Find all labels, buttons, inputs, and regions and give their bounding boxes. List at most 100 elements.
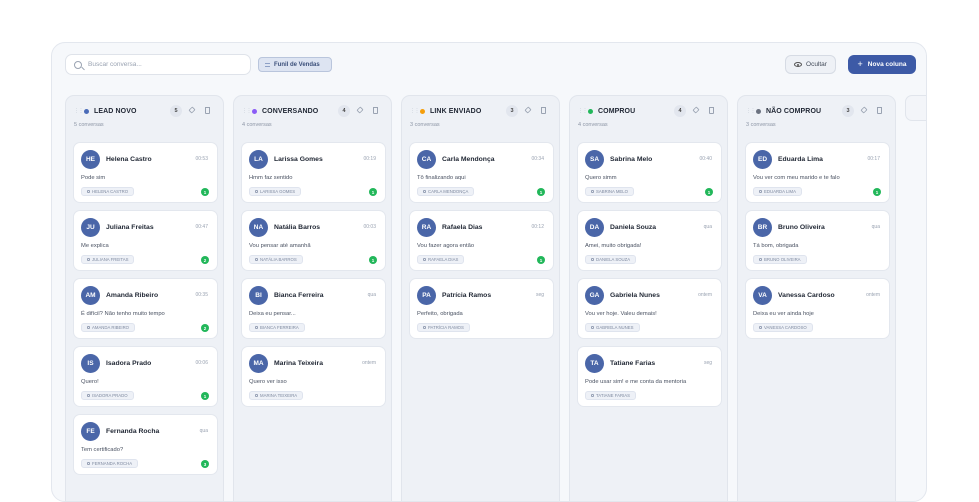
conversation-card[interactable]: PA Patrícia Ramos seg Perfeito, obrigada…: [409, 278, 554, 339]
column-header[interactable]: ⋮⋮ LINK ENVIADO 3: [410, 104, 551, 118]
drag-handle-icon[interactable]: ⋮⋮: [578, 108, 588, 114]
contact-tag[interactable]: FERNANDA ROCHA: [81, 459, 139, 468]
contact-tag[interactable]: EDUARDA LIMA: [753, 187, 802, 196]
contact-name: Tatiane Farias: [610, 360, 656, 367]
contact-tag[interactable]: CARLA MENDONÇA: [417, 187, 475, 196]
edit-icon[interactable]: [188, 106, 196, 114]
contact-name: Daniela Souza: [610, 224, 657, 231]
drag-handle-icon[interactable]: ⋮⋮: [746, 108, 756, 114]
contact-name: Patrícia Ramos: [442, 292, 492, 299]
search-input[interactable]: [88, 61, 238, 68]
message-time: seg: [703, 360, 712, 366]
tag-icon: [759, 190, 762, 193]
new-column-button[interactable]: + Nova coluna: [848, 55, 916, 74]
edit-icon[interactable]: [524, 106, 532, 114]
conversation-card[interactable]: LA Larissa Gomes 00:19 Hmm faz sentido L…: [241, 142, 386, 203]
column-header[interactable]: ⋮⋮ COMPROU 4: [578, 104, 719, 118]
conversation-card[interactable]: VA Vanessa Cardoso ontem Deixa eu ver ai…: [745, 278, 890, 339]
column-count-badge: 3: [506, 105, 518, 117]
contact-tag[interactable]: BIANCA FERREIRA: [249, 323, 305, 332]
contact-tag[interactable]: DANIELA SOUZA: [585, 255, 637, 264]
trash-icon[interactable]: [205, 107, 210, 114]
drag-handle-icon[interactable]: ⋮⋮: [410, 108, 420, 114]
avatar: RA: [417, 218, 436, 237]
avatar: VA: [753, 286, 772, 305]
unread-badge: 1: [537, 188, 545, 196]
contact-tag-label: NATÁLIA BARROS: [260, 257, 297, 262]
contact-tag[interactable]: RAFAELA DIAS: [417, 255, 465, 264]
funnel-icon: [265, 62, 270, 67]
column-title: CONVERSANDO: [262, 107, 319, 115]
contact-tag-label: AMANDA RIBEIRO: [92, 325, 130, 330]
contact-tag[interactable]: HELENA CASTRO: [81, 187, 135, 196]
contact-tag[interactable]: BRUNO OLIVEIRA: [753, 255, 807, 264]
edit-icon[interactable]: [692, 106, 700, 114]
contact-name: Helena Castro: [106, 156, 152, 163]
contact-tag[interactable]: LARISSA GOMES: [249, 187, 302, 196]
funnel-selector-button[interactable]: Funil de Vendas: [258, 57, 332, 72]
last-message: Me explica: [81, 243, 109, 249]
contact-tag[interactable]: NATÁLIA BARROS: [249, 255, 303, 264]
column-header[interactable]: ⋮⋮ NÃO COMPROU 3: [746, 104, 887, 118]
column: ⋮⋮ COMPROU 4 4 conversas SA Sabrina Melo…: [569, 95, 728, 501]
contact-tag-label: SABRINA MELO: [596, 189, 628, 194]
contact-tag[interactable]: ISADORA PRADO: [81, 391, 134, 400]
contact-tag[interactable]: GABRIELA NUNES: [585, 323, 640, 332]
message-time: qua: [703, 224, 712, 230]
kanban-board: Funil de Vendas Ocultar + Nova coluna ⋮⋮…: [51, 42, 927, 502]
conversation-card[interactable]: BR Bruno Oliveira qua Tá bom, obrigada B…: [745, 210, 890, 271]
edit-icon[interactable]: [860, 106, 868, 114]
conversation-card[interactable]: IS Isadora Prado 00:06 Quero! ISADORA PR…: [73, 346, 218, 407]
contact-tag[interactable]: TATIANE FARIAS: [585, 391, 636, 400]
contact-tag-label: RAFAELA DIAS: [428, 257, 459, 262]
hide-button[interactable]: Ocultar: [785, 55, 836, 74]
conversation-card[interactable]: DA Daniela Souza qua Amei, muito obrigad…: [577, 210, 722, 271]
tag-icon: [87, 190, 90, 193]
message-time: 00:34: [531, 156, 544, 162]
message-time: 00:53: [195, 156, 208, 162]
conversation-card[interactable]: MA Marina Teixeira ontem Quero ver isso …: [241, 346, 386, 407]
last-message: Deixa eu ver ainda hoje: [753, 311, 814, 317]
column-header[interactable]: ⋮⋮ CONVERSANDO 4: [242, 104, 383, 118]
contact-tag[interactable]: MARINA TEIXEIRA: [249, 391, 304, 400]
contact-tag[interactable]: PATRÍCIA RAMOS: [417, 323, 470, 332]
unread-badge: 1: [705, 188, 713, 196]
avatar: NA: [249, 218, 268, 237]
search-icon: [74, 60, 82, 69]
column-stub: [905, 95, 926, 121]
conversation-card[interactable]: JU Juliana Freitas 00:47 Me explica JULI…: [73, 210, 218, 271]
tag-icon: [591, 258, 594, 261]
conversation-card[interactable]: TA Tatiane Farias seg Pode usar sim! e m…: [577, 346, 722, 407]
contact-tag-label: DANIELA SOUZA: [596, 257, 631, 262]
conversation-card[interactable]: AM Amanda Ribeiro 00:35 É difícil? Não t…: [73, 278, 218, 339]
conversation-card[interactable]: SA Sabrina Melo 00:40 Quero simm SABRINA…: [577, 142, 722, 203]
last-message: Quero simm: [585, 175, 617, 181]
tag-icon: [87, 258, 90, 261]
trash-icon[interactable]: [373, 107, 378, 114]
contact-tag[interactable]: AMANDA RIBEIRO: [81, 323, 136, 332]
search-box[interactable]: [65, 54, 251, 75]
trash-icon[interactable]: [541, 107, 546, 114]
conversation-card[interactable]: GA Gabriela Nunes ontem Vou ver hoje. Va…: [577, 278, 722, 339]
conversation-card[interactable]: RA Rafaela Dias 00:12 Vou fazer agora en…: [409, 210, 554, 271]
contact-tag-label: HELENA CASTRO: [92, 189, 129, 194]
conversation-card[interactable]: HE Helena Castro 00:53 Pode sim HELENA C…: [73, 142, 218, 203]
column-header[interactable]: ⋮⋮ LEAD NOVO 5: [74, 104, 215, 118]
contact-tag[interactable]: SABRINA MELO: [585, 187, 634, 196]
contact-tag[interactable]: JULIANA FREITAS: [81, 255, 135, 264]
conversation-card[interactable]: BI Bianca Ferreira qua Deixa eu pensar..…: [241, 278, 386, 339]
avatar: BI: [249, 286, 268, 305]
conversation-card[interactable]: ED Eduarda Lima 00:17 Vou ver com meu ma…: [745, 142, 890, 203]
edit-icon[interactable]: [356, 106, 364, 114]
conversation-card[interactable]: FE Fernanda Rocha qua Tem certificado? F…: [73, 414, 218, 475]
trash-icon[interactable]: [877, 107, 882, 114]
contact-tag[interactable]: VANESSA CARDOSO: [753, 323, 813, 332]
conversation-card[interactable]: CA Carla Mendonça 00:34 Tô finalizando a…: [409, 142, 554, 203]
trash-icon[interactable]: [709, 107, 714, 114]
drag-handle-icon[interactable]: ⋮⋮: [242, 108, 252, 114]
contact-name: Rafaela Dias: [442, 224, 483, 231]
drag-handle-icon[interactable]: ⋮⋮: [74, 108, 84, 114]
conversation-card[interactable]: NA Natália Barros 00:03 Vou pensar até a…: [241, 210, 386, 271]
last-message: Perfeito, obrigada: [417, 311, 463, 317]
column-color-dot: [756, 108, 761, 114]
